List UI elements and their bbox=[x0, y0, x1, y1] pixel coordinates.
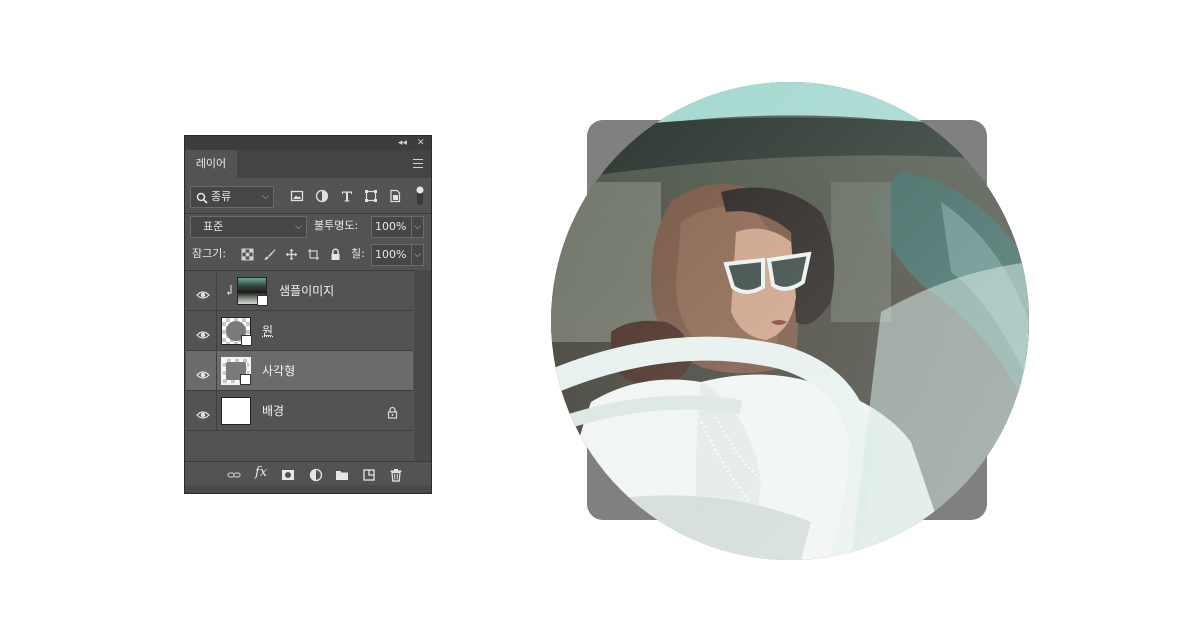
blend-mode-value: 표준 bbox=[203, 220, 224, 233]
visibility-divider bbox=[216, 391, 217, 430]
trash-icon[interactable] bbox=[389, 467, 403, 482]
visibility-divider bbox=[216, 351, 217, 390]
layer-row-circle[interactable]: 원 bbox=[186, 311, 413, 351]
layer-name[interactable]: 사각형 bbox=[262, 351, 295, 391]
eye-icon[interactable] bbox=[196, 405, 210, 419]
chevron-down-icon: ⌵ bbox=[262, 192, 269, 202]
blend-mode-select[interactable]: 표준 ⌵ bbox=[190, 216, 307, 238]
layer-row-sample-image[interactable]: 샘플이미지 bbox=[186, 271, 413, 311]
layer-thumbnail bbox=[237, 277, 268, 306]
smart-object-badge-icon bbox=[257, 295, 268, 306]
search-icon bbox=[196, 191, 208, 211]
close-panel-button[interactable]: ✕ bbox=[417, 136, 425, 150]
smart-object-filter-icon[interactable] bbox=[388, 189, 402, 203]
type-filter-icon[interactable] bbox=[340, 189, 354, 203]
chevron-down-icon: ⌵ bbox=[295, 222, 302, 232]
shape-badge-icon bbox=[240, 374, 251, 385]
panel-tab-row: 레이어 bbox=[185, 150, 431, 178]
adjustment-layer-icon[interactable] bbox=[309, 467, 323, 482]
filter-kind-label: 종류 bbox=[211, 190, 232, 203]
lock-row: 잠그기: 칠: 100% ⌵ bbox=[185, 244, 431, 266]
blend-row: 표준 ⌵ 불투명도: 100% ⌵ bbox=[185, 216, 431, 238]
layer-row-rectangle[interactable]: 사각형 bbox=[186, 351, 413, 391]
eye-icon[interactable] bbox=[196, 285, 210, 299]
chevron-down-icon: ⌵ bbox=[411, 217, 421, 237]
fill-label: 칠: bbox=[351, 247, 365, 260]
fill-value: 100% bbox=[375, 248, 407, 261]
new-layer-icon[interactable] bbox=[362, 467, 376, 481]
layer-thumbnail bbox=[221, 317, 252, 346]
link-layers-icon[interactable] bbox=[227, 467, 241, 481]
eye-icon[interactable] bbox=[196, 325, 210, 339]
lock-icon[interactable] bbox=[387, 404, 398, 423]
lock-image-pixels-icon[interactable] bbox=[263, 248, 276, 261]
sample-image-clipped-circle bbox=[551, 82, 1029, 560]
lock-artboard-icon[interactable] bbox=[307, 248, 320, 261]
clipping-arrow-icon bbox=[226, 284, 234, 299]
shape-filter-icon[interactable] bbox=[364, 189, 378, 203]
new-group-icon[interactable] bbox=[335, 467, 349, 481]
lock-position-icon[interactable] bbox=[285, 248, 298, 261]
lock-label: 잠그기: bbox=[192, 247, 227, 260]
image-filter-icon[interactable] bbox=[290, 189, 304, 203]
opacity-value: 100% bbox=[375, 220, 407, 233]
layers-panel: ◂◂ ✕ 레이어 종류 ⌵ 표준 ⌵ 불투명도: 100% ⌵ 잠그기: 칠: … bbox=[184, 135, 432, 494]
layer-name[interactable]: 원 bbox=[262, 311, 273, 351]
visibility-divider bbox=[216, 311, 217, 350]
adjustment-filter-icon[interactable] bbox=[315, 189, 329, 203]
layer-name[interactable]: 배경 bbox=[262, 391, 284, 431]
lock-all-icon[interactable] bbox=[329, 248, 342, 261]
opacity-label: 불투명도: bbox=[314, 219, 359, 232]
layer-row-background[interactable]: 배경 bbox=[186, 391, 413, 431]
separator bbox=[185, 213, 431, 214]
layer-name[interactable]: 샘플이미지 bbox=[279, 271, 334, 311]
filter-kind-select[interactable]: 종류 ⌵ bbox=[190, 186, 274, 208]
panel-menu-icon[interactable] bbox=[413, 159, 423, 168]
panel-resize-grip[interactable] bbox=[185, 485, 431, 493]
add-mask-icon[interactable] bbox=[281, 467, 295, 481]
tab-layers[interactable]: 레이어 bbox=[185, 150, 237, 178]
layer-thumbnail bbox=[221, 397, 251, 425]
panel-bottom-toolbar: fx bbox=[185, 461, 431, 486]
layers-scrollbar[interactable] bbox=[414, 270, 431, 463]
visibility-divider bbox=[216, 271, 217, 310]
opacity-input[interactable]: 100% ⌵ bbox=[371, 216, 424, 238]
filter-row: 종류 ⌵ bbox=[185, 186, 431, 208]
eye-icon[interactable] bbox=[196, 365, 210, 379]
chevron-down-icon: ⌵ bbox=[411, 245, 421, 265]
lock-transparent-pixels-icon[interactable] bbox=[241, 248, 254, 261]
fx-icon[interactable]: fx bbox=[255, 465, 269, 480]
filter-toggle-switch[interactable] bbox=[415, 185, 425, 207]
fill-input[interactable]: 100% ⌵ bbox=[371, 244, 424, 266]
sample-photo bbox=[551, 82, 1029, 560]
layer-thumbnail bbox=[221, 357, 251, 385]
shape-badge-icon bbox=[241, 335, 252, 346]
panel-title-bar: ◂◂ ✕ bbox=[185, 136, 431, 150]
collapse-panel-button[interactable]: ◂◂ bbox=[398, 136, 407, 150]
